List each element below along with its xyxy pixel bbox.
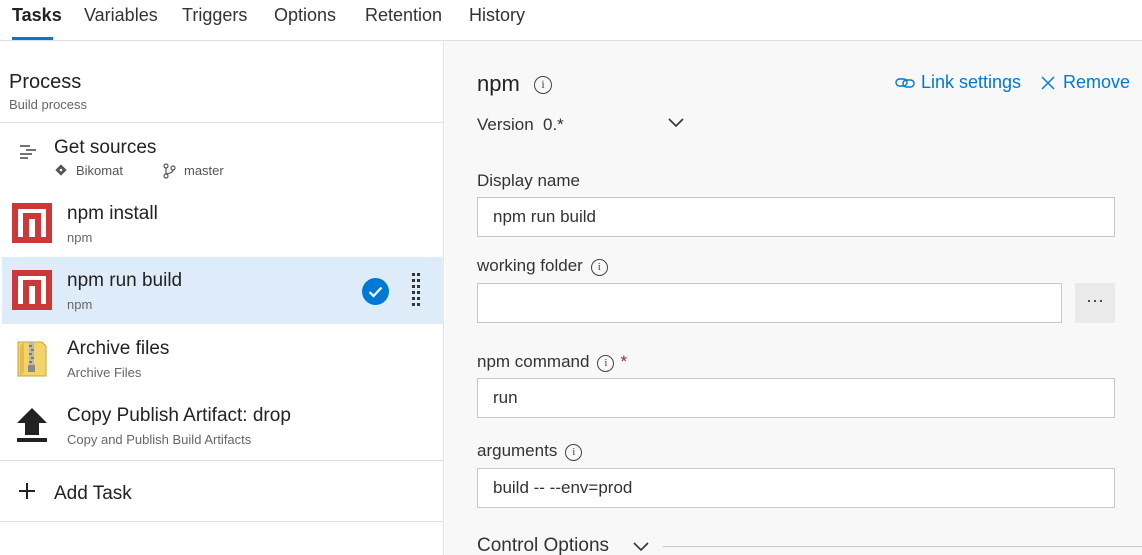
arguments-label: arguments i	[477, 441, 583, 461]
info-icon[interactable]: i	[534, 76, 552, 94]
plus-icon	[19, 483, 35, 499]
tab-tasks[interactable]: Tasks	[12, 5, 62, 26]
task-title: Archive files	[67, 338, 170, 359]
add-task-button[interactable]: Add Task	[2, 461, 444, 521]
task-details-panel: npm i Link settings Remove Version 0.* D…	[445, 41, 1142, 555]
active-tab-indicator	[12, 37, 53, 40]
remove-label: Remove	[1063, 72, 1131, 92]
add-task-label: Add Task	[54, 483, 132, 504]
version-select[interactable]: 0.*	[543, 115, 564, 135]
working-folder-label: working folder i	[477, 256, 608, 276]
task-title: npm install	[67, 203, 158, 224]
task-subtitle: Copy and Publish Build Artifacts	[67, 432, 252, 447]
task-subtitle: Archive Files	[67, 365, 142, 380]
arguments-input[interactable]: build -- --env=prod	[477, 468, 1115, 508]
display-name-input[interactable]: npm run build	[477, 197, 1115, 237]
task-detail-title: npm	[477, 71, 520, 96]
chevron-down-icon[interactable]	[631, 539, 651, 555]
task-subtitle: npm	[67, 230, 93, 245]
task-npm-run-build[interactable]: npm run build npm	[2, 257, 444, 324]
tab-variables[interactable]: Variables	[84, 5, 158, 26]
task-archive-files[interactable]: Archive files Archive Files	[2, 325, 444, 392]
link-settings-label: Link settings	[921, 72, 1022, 92]
control-options-header[interactable]: Control Options	[477, 535, 609, 555]
branch-icon	[163, 163, 176, 179]
browse-button[interactable]: ···	[1075, 283, 1115, 323]
process-panel: Process Build process Get sources Bikoma…	[0, 41, 444, 555]
branch-name: master	[184, 163, 224, 178]
task-subtitle: npm	[67, 297, 93, 312]
enabled-checkmark-icon[interactable]	[362, 278, 389, 305]
get-sources-title: Get sources	[54, 137, 157, 158]
chevron-down-icon[interactable]	[667, 113, 685, 131]
remove-button[interactable]: Remove	[1041, 72, 1130, 93]
top-tab-bar: Tasks Variables Triggers Options Retenti…	[0, 0, 1142, 41]
process-subtitle: Build process	[9, 97, 88, 112]
tab-options[interactable]: Options	[274, 5, 336, 26]
info-icon[interactable]: i	[590, 259, 608, 276]
task-copy-publish-artifact[interactable]: Copy Publish Artifact: drop Copy and Pub…	[2, 392, 444, 459]
git-icon	[55, 164, 67, 176]
task-npm-install[interactable]: npm install npm	[2, 190, 444, 257]
version-label: Version	[477, 115, 534, 134]
npm-command-label: npm command i *	[477, 352, 628, 372]
close-icon	[1041, 76, 1055, 90]
list-icon	[20, 145, 36, 159]
upload-icon	[17, 408, 47, 442]
tab-triggers[interactable]: Triggers	[182, 5, 247, 26]
npm-icon	[12, 203, 52, 243]
process-title[interactable]: Process	[9, 71, 81, 94]
link-settings-button[interactable]: Link settings	[895, 72, 1021, 93]
required-marker: *	[620, 352, 628, 371]
tab-retention[interactable]: Retention	[365, 5, 442, 26]
npm-icon	[12, 270, 52, 310]
repo-name: Bikomat	[76, 163, 123, 178]
display-name-label: Display name	[477, 171, 580, 190]
link-icon	[895, 78, 915, 88]
npm-command-select[interactable]: run	[477, 378, 1115, 418]
get-sources-item[interactable]: Get sources Bikomat master	[2, 123, 444, 183]
archive-icon	[17, 341, 47, 377]
info-icon[interactable]: i	[597, 355, 615, 372]
divider	[663, 546, 1142, 547]
drag-handle-icon[interactable]	[410, 272, 422, 310]
divider	[0, 521, 444, 522]
task-title: Copy Publish Artifact: drop	[67, 405, 291, 426]
info-icon[interactable]: i	[565, 444, 583, 461]
working-folder-input[interactable]	[477, 283, 1062, 323]
tab-history[interactable]: History	[469, 5, 525, 26]
task-title: npm run build	[67, 270, 183, 291]
